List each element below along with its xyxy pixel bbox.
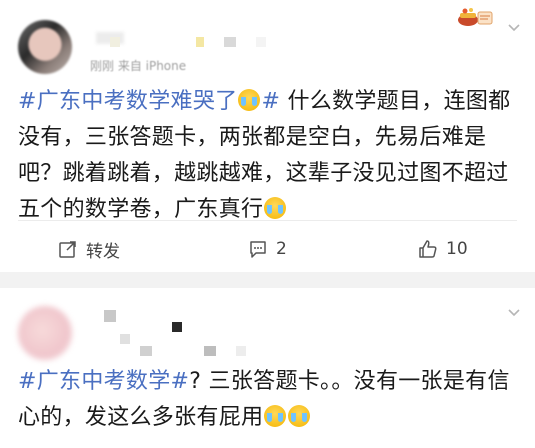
post-card: #广东中考数学#? 三张答题卡。。没有一张是有信心的，发这么多张有屁用 (0, 288, 535, 448)
hashtag-link[interactable]: #广东中考数学# (18, 369, 189, 394)
redaction-block (110, 37, 120, 47)
post-text: #广东中考数学#? 三张答题卡。。没有一张是有信心的，发这么多张有屁用 (18, 364, 528, 436)
avatar[interactable] (18, 306, 72, 360)
redaction-block (140, 346, 152, 356)
redaction-block (120, 334, 130, 344)
repost-button[interactable]: 转发 (58, 234, 120, 264)
post-card: 刚刚 来自 iPhone #广东中考数学难哭了 # 什么数学题目，连图都没有，三张… (0, 0, 535, 272)
crying-emoji-icon (288, 405, 311, 427)
redaction-block (196, 37, 204, 47)
comment-button[interactable]: 2 (248, 234, 287, 264)
redaction-block (172, 322, 182, 332)
repost-icon (59, 241, 76, 258)
redaction-block (224, 37, 236, 47)
chevron-down-icon[interactable] (506, 305, 522, 321)
comment-count: 2 (276, 239, 287, 259)
redaction-block (104, 310, 116, 322)
repost-label: 转发 (86, 241, 120, 262)
hashtag-link[interactable]: # (261, 89, 280, 114)
thumbs-up-icon (419, 240, 437, 258)
redaction-block (236, 346, 246, 356)
hashtag-link[interactable]: #广东中考数学难哭了 (18, 89, 237, 114)
redaction-block (256, 37, 266, 47)
divider (18, 220, 517, 221)
crying-emoji-icon (264, 197, 287, 219)
post-time-source: 刚刚 来自 iPhone (90, 59, 187, 73)
crying-emoji-icon (238, 89, 261, 111)
redaction-block (204, 346, 216, 356)
crying-emoji-icon (264, 405, 287, 427)
like-button[interactable]: 10 (418, 234, 468, 264)
post-text: #广东中考数学难哭了 # 什么数学题目，连图都没有，三张答题卡，两张都是空白，先易… (18, 84, 528, 228)
like-count: 10 (446, 239, 468, 259)
hotpot-badge-icon (454, 4, 494, 30)
comment-icon (250, 241, 266, 258)
avatar[interactable] (18, 20, 72, 74)
chevron-down-icon[interactable] (506, 20, 522, 36)
